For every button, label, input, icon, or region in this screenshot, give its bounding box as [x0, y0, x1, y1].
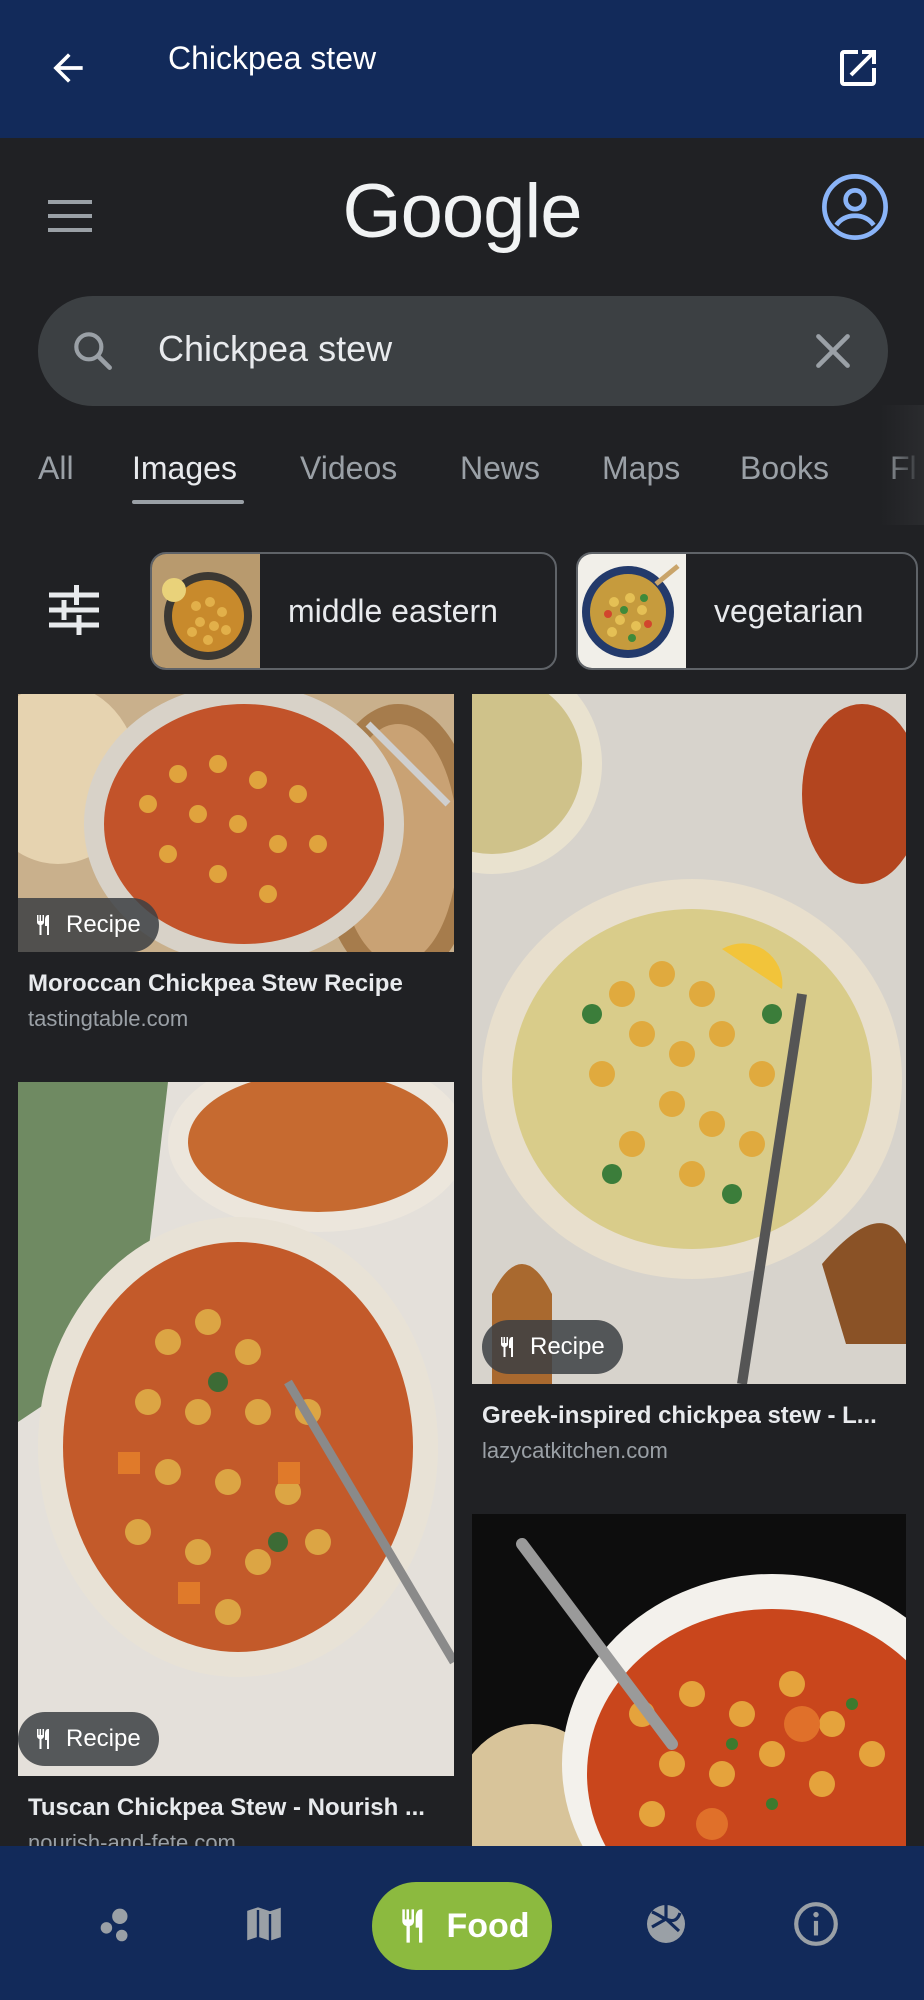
nav-food[interactable]: Food — [372, 1882, 552, 1970]
nav-sports[interactable] — [636, 1894, 696, 1954]
chip-middle-eastern[interactable]: middle eastern — [150, 552, 557, 670]
recipe-badge: Recipe — [482, 1320, 623, 1374]
result-photo — [18, 1082, 454, 1776]
google-logo[interactable]: Google — [0, 168, 924, 255]
open-in-new-icon — [840, 50, 876, 86]
recipe-badge: Recipe — [18, 1712, 159, 1766]
fork-knife-icon — [37, 915, 49, 935]
nav-map[interactable] — [234, 1894, 294, 1954]
chip-vegetarian[interactable]: vegetarian — [576, 552, 918, 670]
tab-books[interactable]: Books — [740, 450, 829, 487]
result-title[interactable]: Greek-inspired chickpea stew - L... — [472, 1402, 906, 1430]
recipe-badge: Recipe — [18, 898, 159, 952]
result-source: tastingtable.com — [28, 1006, 189, 1031]
search-input[interactable]: Chickpea stew — [158, 328, 392, 370]
chip-label: vegetarian — [714, 592, 864, 629]
result-image[interactable]: Recipe — [18, 1082, 454, 1776]
nav-food-label: Food — [446, 1906, 530, 1945]
result-source: lazycatkitchen.com — [482, 1438, 668, 1463]
arrow-left-icon — [53, 53, 83, 83]
search-box[interactable]: Chickpea stew — [38, 296, 888, 406]
tab-all[interactable]: All — [38, 450, 74, 487]
nav-info[interactable] — [786, 1894, 846, 1954]
fork-knife-icon — [501, 1337, 513, 1357]
chip-label: middle eastern — [288, 592, 498, 629]
back-button[interactable] — [38, 38, 98, 98]
image-result[interactable]: Recipe Greek-inspired chickpea stew - L.… — [472, 694, 906, 1464]
suggestion-chips: middle eastern vegetarian — [0, 552, 924, 672]
fork-knife-icon — [402, 1909, 423, 1943]
fork-knife-icon — [37, 1729, 49, 1749]
nav-explore[interactable] — [86, 1894, 146, 1954]
result-title[interactable]: Tuscan Chickpea Stew - Nourish ... — [18, 1794, 454, 1822]
chip-thumbnail — [152, 554, 260, 668]
tab-maps[interactable]: Maps — [602, 450, 680, 487]
map-icon — [244, 1904, 284, 1944]
result-image[interactable] — [472, 1514, 906, 1846]
tune-icon[interactable] — [44, 580, 104, 640]
image-result[interactable]: Recipe Tuscan Chickpea Stew - Nourish ..… — [18, 1082, 454, 1856]
account-circle-icon[interactable] — [820, 172, 890, 242]
tab-images[interactable]: Images — [132, 450, 237, 487]
result-photo — [472, 694, 906, 1384]
page-title: Chickpea stew — [168, 40, 377, 76]
search-icon — [74, 332, 112, 370]
info-icon — [794, 1902, 838, 1946]
scatter-dots-icon — [100, 1908, 128, 1942]
recipe-badge-label: Recipe — [66, 911, 141, 938]
tab-videos[interactable]: Videos — [300, 450, 397, 487]
google-header: Google — [0, 138, 924, 288]
result-image[interactable]: Recipe — [472, 694, 906, 1384]
active-tab-indicator — [132, 500, 244, 504]
result-title[interactable]: Moroccan Chickpea Stew Recipe — [18, 970, 454, 998]
image-result[interactable] — [472, 1514, 906, 1846]
volleyball-icon — [647, 1905, 685, 1943]
result-photo — [472, 1514, 906, 1846]
close-icon[interactable] — [808, 326, 858, 376]
tab-news[interactable]: News — [460, 450, 540, 487]
image-result[interactable]: Recipe Moroccan Chickpea Stew Recipe tas… — [18, 694, 454, 1032]
recipe-badge-label: Recipe — [66, 1725, 141, 1752]
chip-thumbnail — [578, 554, 686, 668]
search-tabs: All Images Videos News Maps Books Fl — [0, 430, 924, 510]
tabs-scroll-fade — [880, 405, 924, 525]
recipe-badge-label: Recipe — [530, 1333, 605, 1360]
bottom-navigation: Food — [0, 1846, 924, 2000]
result-image[interactable]: Recipe — [18, 694, 454, 952]
app-bar: Chickpea stew — [0, 0, 924, 138]
open-in-browser-button[interactable] — [828, 38, 888, 98]
